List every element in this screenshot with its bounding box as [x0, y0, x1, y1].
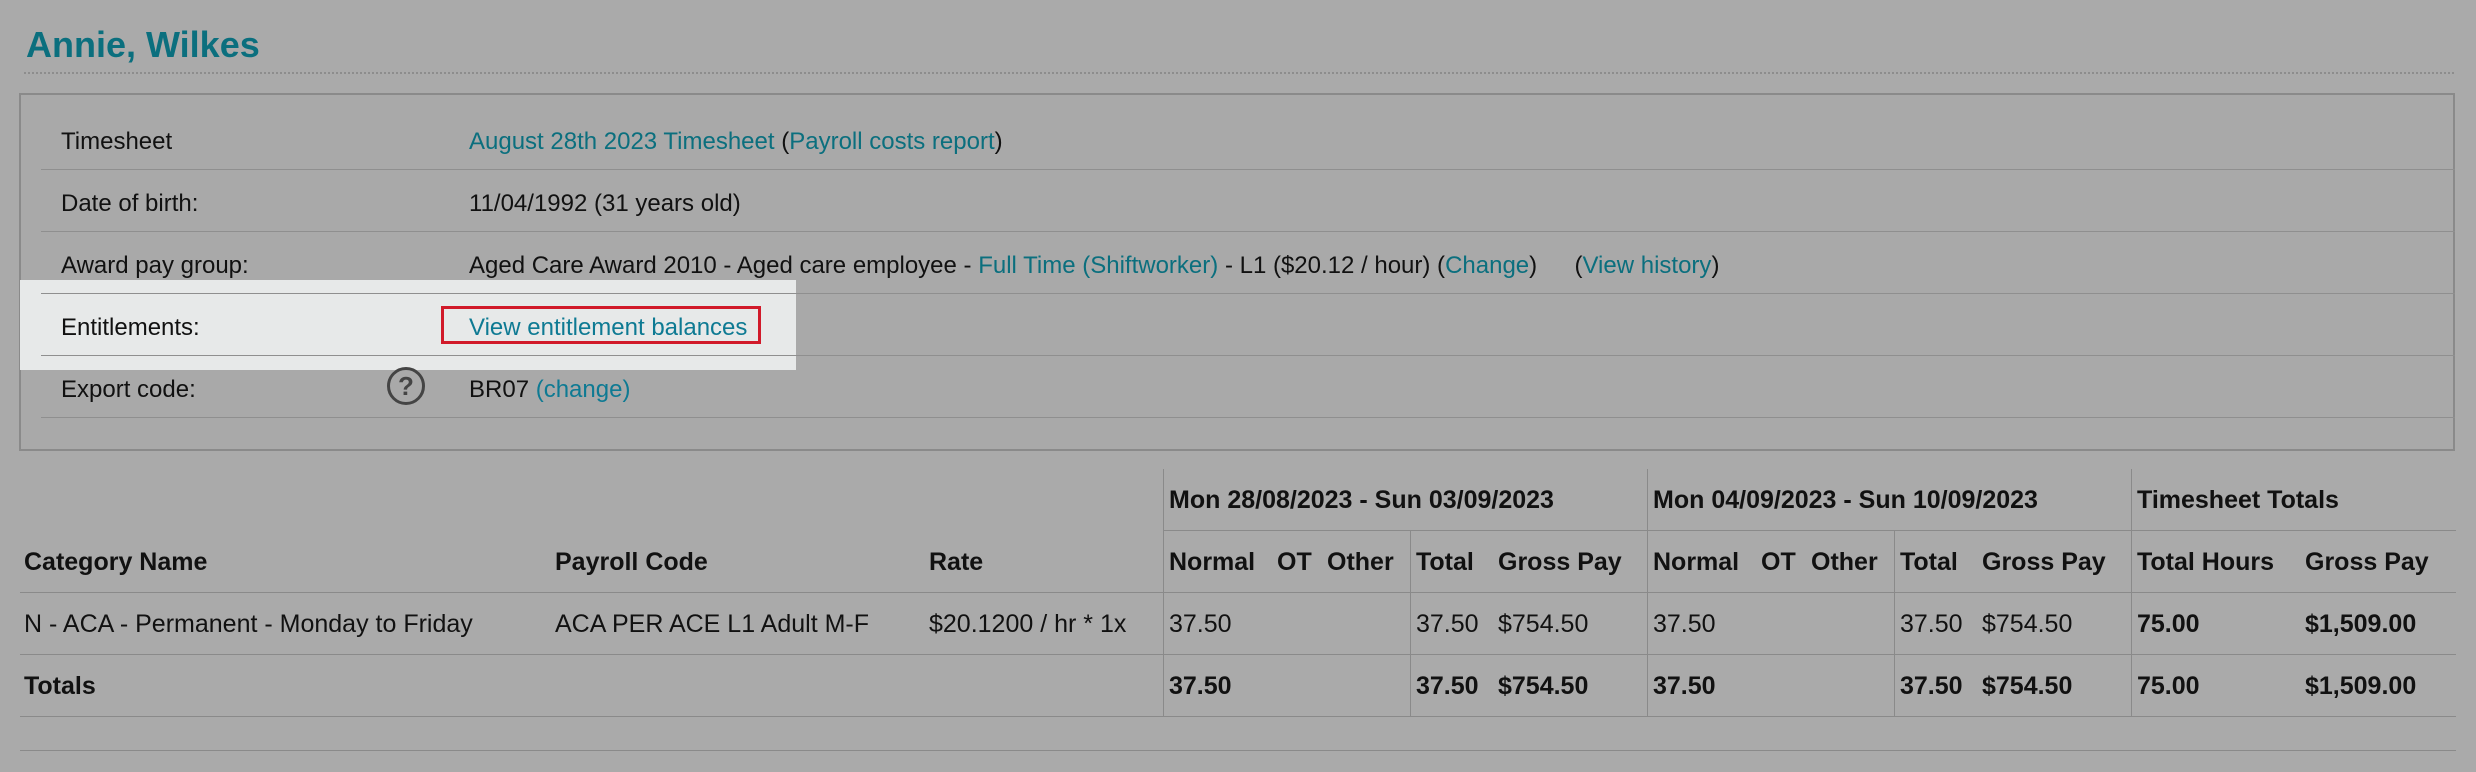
- entitlements-label: Entitlements:: [61, 314, 200, 341]
- row-w1-normal: 37.50: [1169, 610, 1232, 638]
- award-type-link[interactable]: Full Time (Shiftworker): [978, 252, 1218, 279]
- row-w1-gross: $754.50: [1498, 610, 1589, 638]
- totals-total-hours: 75.00: [2137, 672, 2200, 700]
- totals-w1-gross: $754.50: [1498, 672, 1589, 700]
- row-w2-total: 37.50: [1900, 610, 1963, 638]
- info-row-award: Award pay group: Aged Care Award 2010 - …: [41, 232, 2455, 294]
- col-divider: [1894, 530, 1895, 716]
- table-divider: [1163, 530, 2456, 531]
- totals-w1-total: 37.50: [1416, 672, 1479, 700]
- dob-value: 11/04/1992 (31 years old): [469, 190, 741, 217]
- row-payroll: ACA PER ACE L1 Adult M-F: [555, 610, 870, 638]
- table-divider: [20, 716, 2456, 717]
- totals-w2-gross: $754.50: [1982, 672, 2073, 700]
- col-header-normal: Normal: [1653, 548, 1740, 576]
- paren-close: ): [994, 128, 1003, 155]
- row-w1-total: 37.50: [1416, 610, 1479, 638]
- timesheet-link[interactable]: August 28th 2023 Timesheet: [469, 128, 775, 155]
- award-value: Aged Care Award 2010 - Aged care employe…: [469, 252, 1719, 280]
- payroll-costs-link[interactable]: Payroll costs report: [789, 128, 994, 155]
- timesheet-value: August 28th 2023 Timesheet (Payroll cost…: [469, 128, 1003, 156]
- col-header-rate: Rate: [929, 548, 984, 576]
- row-w2-gross: $754.50: [1982, 610, 2073, 638]
- col-header-ot: OT: [1761, 548, 1796, 576]
- info-row-timesheet: Timesheet August 28th 2023 Timesheet (Pa…: [41, 108, 2455, 170]
- col-divider: [1163, 469, 1164, 716]
- col-header-gross: Gross Pay: [1982, 548, 2106, 576]
- export-code: BR07: [469, 376, 530, 403]
- award-change-link[interactable]: Change: [1445, 252, 1529, 279]
- col-divider: [2131, 469, 2132, 716]
- col-header-total-hours: Total Hours: [2137, 548, 2275, 576]
- help-icon[interactable]: ?: [387, 367, 425, 405]
- info-row-entitlements: Entitlements: View entitlement balances: [41, 294, 2455, 356]
- award-prefix: Aged Care Award 2010 - Aged care employe…: [469, 252, 972, 279]
- dob-label: Date of birth:: [61, 190, 199, 217]
- export-label: Export code:: [61, 376, 196, 403]
- title-divider: [24, 72, 2454, 74]
- week1-header: Mon 28/08/2023 - Sun 03/09/2023: [1169, 486, 1554, 514]
- table-divider: [20, 750, 2456, 751]
- col-header-category: Category Name: [24, 548, 208, 576]
- col-header-normal: Normal: [1169, 548, 1256, 576]
- col-header-gross-total: Gross Pay: [2305, 548, 2429, 576]
- row-gross: $1,509.00: [2305, 610, 2417, 638]
- week2-header: Mon 04/09/2023 - Sun 10/09/2023: [1653, 486, 2038, 514]
- totals-w2-normal: 37.50: [1653, 672, 1716, 700]
- award-label: Award pay group:: [61, 252, 249, 279]
- table-divider: [20, 592, 2456, 593]
- totals-gross: $1,509.00: [2305, 672, 2417, 700]
- table-divider: [20, 654, 2456, 655]
- export-change-link[interactable]: (change): [536, 376, 631, 403]
- col-header-gross: Gross Pay: [1498, 548, 1622, 576]
- timesheet-label: Timesheet: [61, 128, 173, 155]
- col-header-other: Other: [1327, 548, 1394, 576]
- history-close: ): [1711, 252, 1720, 279]
- totals-w2-total: 37.50: [1900, 672, 1963, 700]
- col-header-total: Total: [1416, 548, 1474, 576]
- totals-w1-normal: 37.50: [1169, 672, 1232, 700]
- row-category: N - ACA - Permanent - Monday to Friday: [24, 610, 473, 638]
- info-row-dob: Date of birth: 11/04/1992 (31 years old): [41, 170, 2455, 232]
- col-divider: [1410, 530, 1411, 716]
- row-rate: $20.1200 / hr * 1x: [929, 610, 1127, 638]
- col-header-total: Total: [1900, 548, 1958, 576]
- col-header-payroll: Payroll Code: [555, 548, 708, 576]
- totals-label: Totals: [24, 672, 96, 700]
- col-header-ot: OT: [1277, 548, 1312, 576]
- page-title: Annie, Wilkes: [26, 24, 260, 65]
- entitlement-link-highlight-box: [441, 306, 761, 344]
- award-close: ): [1529, 252, 1538, 279]
- row-w2-normal: 37.50: [1653, 610, 1716, 638]
- view-history-link[interactable]: View history: [1582, 252, 1711, 279]
- totals-group-header: Timesheet Totals: [2137, 486, 2339, 514]
- export-value: BR07 (change): [469, 376, 630, 404]
- col-divider: [1647, 469, 1648, 716]
- col-header-other: Other: [1811, 548, 1878, 576]
- row-total-hours: 75.00: [2137, 610, 2200, 638]
- award-mid: - L1 ($20.12 / hour) (: [1224, 252, 1446, 279]
